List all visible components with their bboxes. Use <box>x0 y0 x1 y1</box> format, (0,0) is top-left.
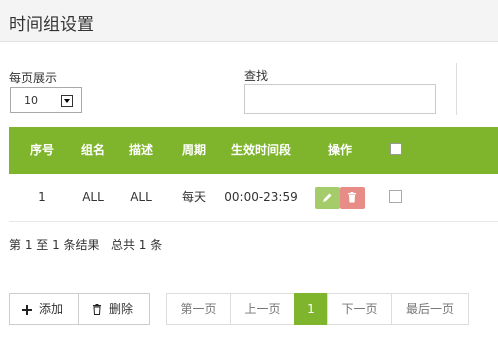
results-summary: 第 1 至 1 条结果 总共 1 条 <box>9 238 163 252</box>
divider <box>456 63 457 115</box>
delete-row-button[interactable] <box>340 187 365 209</box>
cell-group: ALL <box>82 190 104 204</box>
table-row: 1 ALL ALL 每天 00:00-23:59 <box>9 174 498 222</box>
page-first[interactable]: 第一页 <box>166 293 231 325</box>
header-desc: 描述 <box>128 143 153 157</box>
edit-button[interactable] <box>315 187 340 209</box>
trash-icon <box>93 304 101 315</box>
page-header: 时间组设置 <box>0 0 498 42</box>
pencil-icon <box>323 193 332 202</box>
search-input[interactable] <box>244 84 436 114</box>
header-period: 周期 <box>181 143 206 157</box>
header-actions: 操作 <box>327 143 352 157</box>
page-next[interactable]: 下一页 <box>327 293 392 325</box>
per-page-value: 10 <box>24 94 38 107</box>
add-button[interactable]: 添加 <box>9 293 79 325</box>
page-current[interactable]: 1 <box>294 293 328 325</box>
page-title: 时间组设置 <box>9 15 94 35</box>
cell-desc: ALL <box>130 190 152 204</box>
header-index: 序号 <box>29 143 54 157</box>
page-last[interactable]: 最后一页 <box>391 293 469 325</box>
per-page-label: 每页展示 <box>9 71 58 85</box>
delete-button-label: 删除 <box>109 302 134 316</box>
per-page-select[interactable]: 10 <box>10 87 82 113</box>
cell-index: 1 <box>38 190 46 204</box>
cell-period: 每天 <box>181 190 206 204</box>
chevron-down-icon[interactable] <box>61 95 73 107</box>
add-button-label: 添加 <box>39 302 64 316</box>
page-prev[interactable]: 上一页 <box>230 293 295 325</box>
plus-icon <box>22 305 32 315</box>
delete-button[interactable]: 删除 <box>78 293 150 325</box>
trash-icon <box>348 192 356 203</box>
header-time-range: 生效时间段 <box>230 143 291 157</box>
header-group: 组名 <box>80 143 105 157</box>
table-header: 序号 组名 描述 周期 生效时间段 操作 <box>9 127 498 174</box>
cell-time-range: 00:00-23:59 <box>224 190 298 204</box>
select-all-checkbox[interactable] <box>390 143 402 155</box>
row-checkbox[interactable] <box>389 190 402 203</box>
search-label: 查找 <box>244 69 269 83</box>
